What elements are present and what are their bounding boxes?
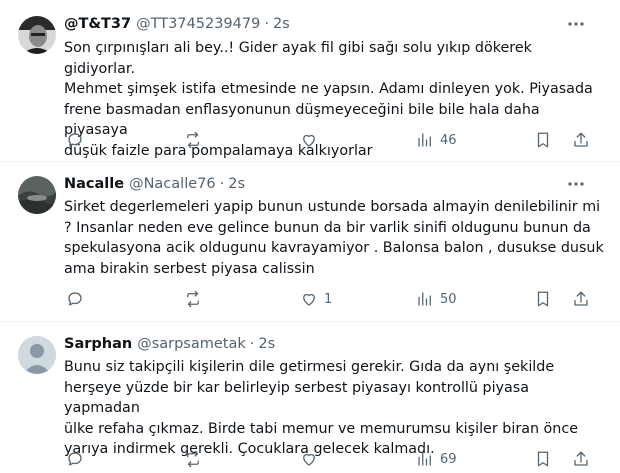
more-options-icon[interactable] [566, 174, 586, 194]
views-count: 46 [440, 132, 457, 148]
share-icon [574, 132, 588, 147]
retweet-icon [187, 450, 199, 468]
views-button[interactable]: 46 [416, 129, 457, 151]
bookmark-icon [537, 451, 549, 467]
tweet-header: @T&T37 @TT3745239479 · 2s [64, 14, 290, 34]
share-button[interactable] [572, 129, 590, 151]
bookmark-button[interactable] [534, 448, 552, 470]
tweet-feed: @T&T37 @TT3745239479 · 2s Son çırpınışla… [0, 0, 620, 473]
heart-icon [303, 453, 315, 466]
analytics-icon [418, 452, 431, 466]
like-button[interactable] [300, 129, 324, 151]
avatar[interactable] [18, 176, 56, 214]
reply-icon [68, 292, 82, 306]
retweet-icon [187, 290, 199, 308]
tweet-actions: 1 50 [64, 288, 594, 310]
avatar[interactable] [18, 16, 56, 54]
tweet-text: Bunu siz takipçili kişilerin dile getirm… [64, 359, 579, 457]
share-button[interactable] [572, 448, 590, 470]
reply-icon [68, 452, 82, 466]
views-count: 50 [440, 291, 457, 307]
heart-icon [303, 293, 315, 306]
more-options-icon[interactable] [566, 14, 586, 34]
reply-icon [68, 133, 82, 147]
user-handle[interactable]: @sarpsametak [137, 336, 246, 352]
share-icon [574, 451, 588, 466]
heart-icon [303, 134, 315, 147]
analytics-icon [418, 133, 431, 147]
share-button[interactable] [572, 288, 590, 310]
avatar[interactable] [18, 336, 56, 374]
tweet-actions: 46 [64, 129, 594, 151]
display-name[interactable]: Sarphan [64, 336, 132, 352]
share-icon [574, 291, 588, 306]
timestamp[interactable]: 2s [228, 176, 245, 192]
views-button[interactable]: 69 [416, 448, 457, 470]
retweet-button[interactable] [184, 129, 202, 151]
separator-dot: · [219, 176, 225, 192]
retweet-button[interactable] [184, 288, 202, 310]
reply-button[interactable] [66, 288, 84, 310]
like-count: 1 [324, 291, 333, 307]
reply-button[interactable] [66, 129, 84, 151]
bookmark-icon [537, 132, 549, 148]
analytics-icon [418, 292, 431, 306]
views-count: 69 [440, 451, 457, 467]
display-name[interactable]: Nacalle [64, 176, 124, 192]
tweet[interactable]: Sarphan @sarpsametak · 2s Bunu siz takip… [0, 322, 620, 473]
bookmark-icon [537, 291, 549, 307]
views-button[interactable]: 50 [416, 288, 457, 310]
like-button[interactable] [300, 448, 324, 470]
bookmark-button[interactable] [534, 129, 552, 151]
tweet-header: Nacalle @Nacalle76 · 2s [64, 174, 245, 194]
tweet-actions: 69 [64, 448, 594, 470]
user-handle[interactable]: @TT3745239479 [136, 16, 260, 32]
reply-button[interactable] [66, 448, 84, 470]
separator-dot: · [249, 336, 255, 352]
user-handle[interactable]: @Nacalle76 [129, 176, 216, 192]
tweet[interactable]: Nacalle @Nacalle76 · 2s Sirket degerleme… [0, 162, 620, 322]
tweet-header: Sarphan @sarpsametak · 2s [64, 334, 275, 354]
tweet[interactable]: @T&T37 @TT3745239479 · 2s Son çırpınışla… [0, 0, 620, 162]
timestamp[interactable]: 2s [258, 336, 275, 352]
tweet-text: Sirket degerlemeleri yapip bunun ustunde… [64, 199, 604, 277]
bookmark-button[interactable] [534, 288, 552, 310]
timestamp[interactable]: 2s [273, 16, 290, 32]
retweet-icon [187, 131, 199, 149]
separator-dot: · [264, 16, 269, 32]
retweet-button[interactable] [184, 448, 202, 470]
display-name[interactable]: @T&T37 [64, 16, 131, 32]
like-button[interactable]: 1 [300, 288, 332, 310]
